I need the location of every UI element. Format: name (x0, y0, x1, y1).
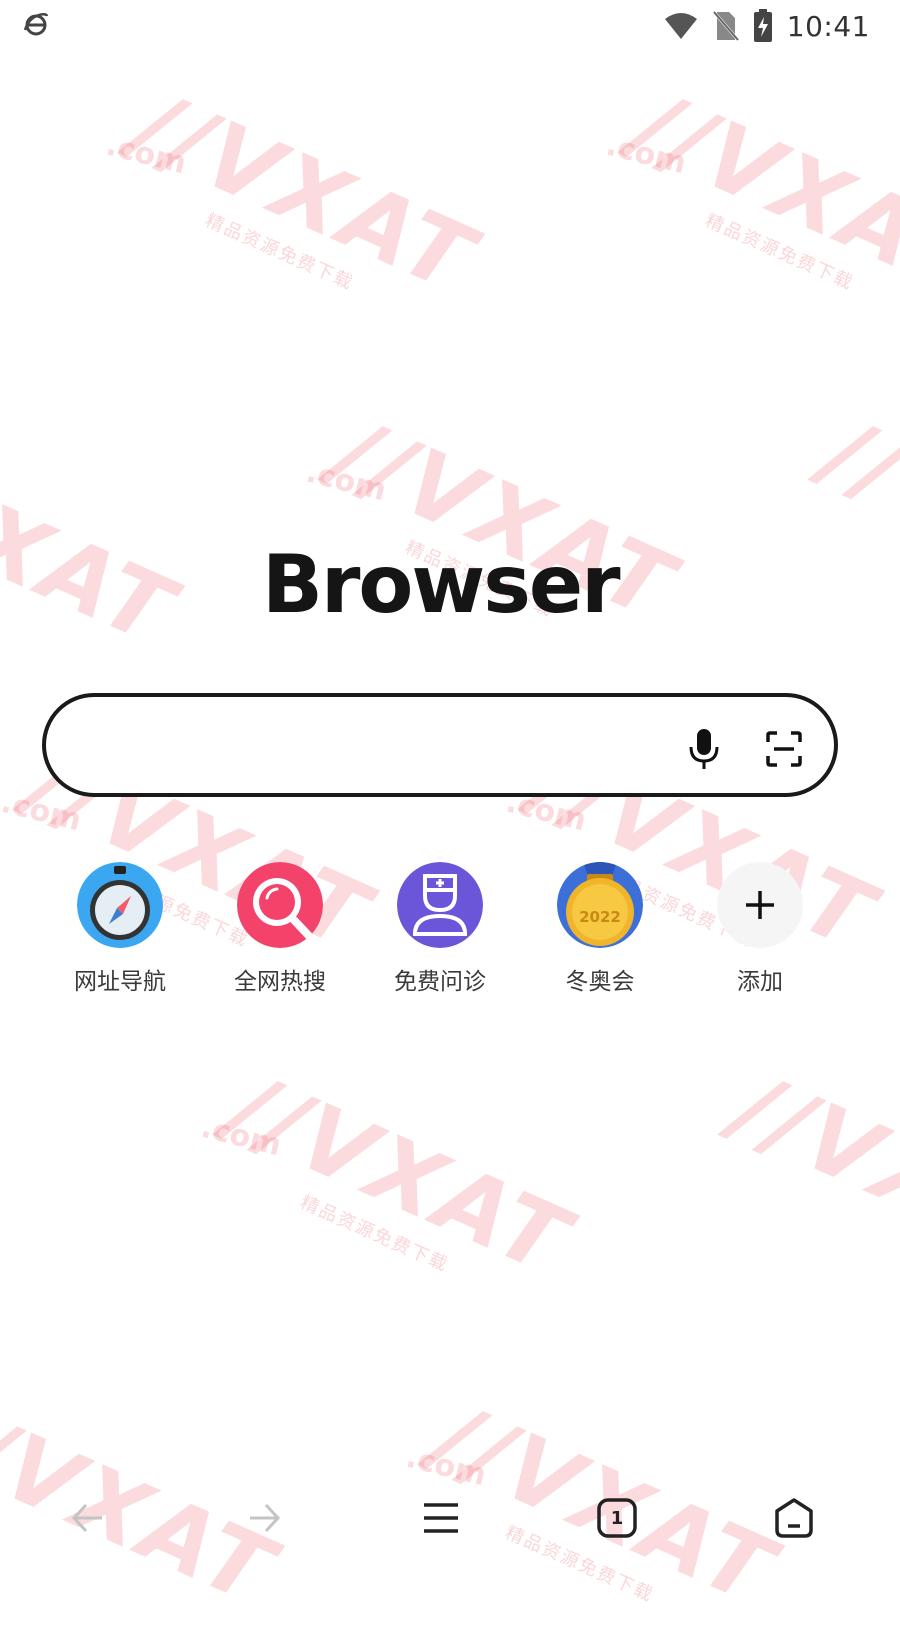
menu-icon (424, 1503, 458, 1533)
shortcut-trending-search[interactable]: 全网热搜 (200, 862, 360, 1002)
browser-logo: Browser (262, 545, 622, 625)
wifi-icon (664, 13, 697, 39)
arrow-left-icon (71, 1503, 102, 1533)
compass-icon (77, 862, 163, 948)
watermark: //VXAT .com 精品资源免费下载 (102, 70, 491, 315)
watermark: //VXAT (0, 422, 191, 667)
shortcut-free-consultation[interactable]: 免费问诊 (360, 862, 520, 1002)
menu-button[interactable] (401, 1478, 481, 1558)
shortcut-add[interactable]: 添加 (680, 862, 840, 1002)
scan-icon[interactable] (766, 731, 802, 767)
medal-icon: 2022 (557, 862, 643, 948)
plus-icon (717, 862, 803, 948)
shortcut-label: 网址导航 (74, 969, 166, 995)
tabs-button[interactable]: 1 (577, 1478, 657, 1558)
back-button[interactable] (48, 1478, 128, 1558)
search-input[interactable] (80, 719, 684, 775)
doctor-icon (397, 862, 483, 948)
medal-year: 2022 (579, 908, 621, 926)
tabs-count: 1 (610, 1507, 624, 1529)
browser-e-icon (23, 13, 49, 36)
search-box[interactable] (42, 693, 838, 797)
home-button[interactable] (754, 1478, 834, 1558)
arrow-right-icon (250, 1503, 281, 1533)
status-bar: 10:41 (0, 0, 900, 50)
no-sim-icon (712, 11, 739, 41)
watermark: //VXAT .com 精品资源免费下载 (602, 70, 900, 315)
magnifier-icon (237, 862, 323, 948)
forward-button[interactable] (224, 1478, 304, 1558)
battery-charging-icon (753, 9, 772, 42)
bottom-navigation: 1 (0, 1478, 900, 1558)
logo-text: Browser (262, 538, 621, 631)
shortcut-url-navigation[interactable]: 网址导航 (40, 862, 200, 1002)
shortcut-label: 免费问诊 (394, 969, 486, 995)
shortcut-grid: 网址导航 全网热搜 免费问诊 2022 冬奥会 添加 (40, 862, 860, 1002)
home-icon (775, 1498, 813, 1538)
watermark: //VXAT (719, 1052, 900, 1297)
status-icons: 10:41 (663, 6, 870, 46)
shortcut-winter-olympics[interactable]: 2022 冬奥会 (520, 862, 680, 1002)
shortcut-label: 添加 (737, 969, 783, 995)
shortcut-label: 全网热搜 (234, 969, 326, 995)
watermark: //VXAT .com 精品资源免费下载 (197, 1052, 586, 1297)
watermark: //VXAT (809, 397, 900, 642)
microphone-icon[interactable] (686, 727, 722, 771)
shortcut-label: 冬奥会 (565, 969, 635, 995)
clock: 10:41 (786, 9, 870, 43)
